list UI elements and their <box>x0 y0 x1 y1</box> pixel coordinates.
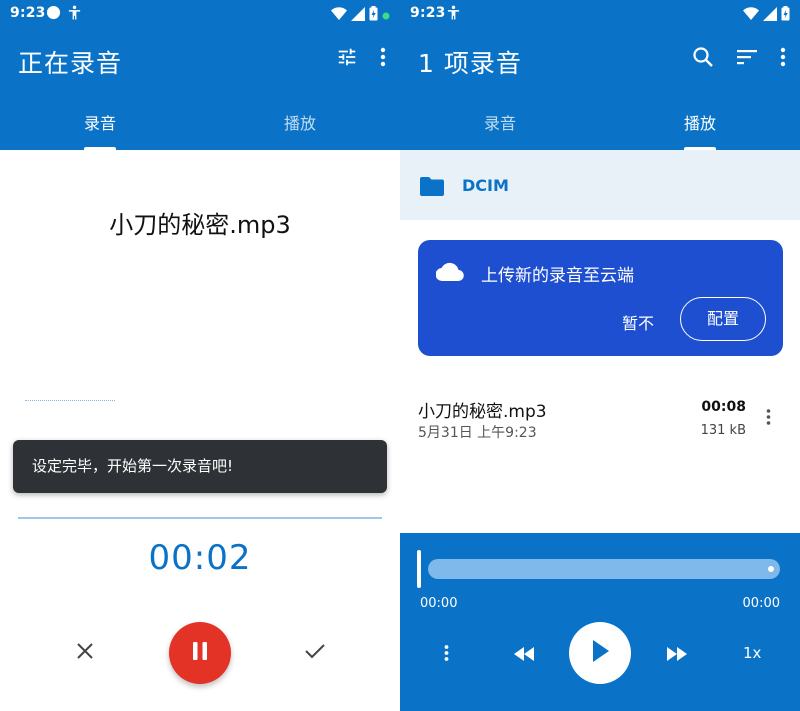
tab-indicator <box>84 147 116 150</box>
recording-date: 5月31日 上午9:23 <box>418 425 537 441</box>
total-time: 00:00 <box>742 596 780 611</box>
player-more-options-icon[interactable] <box>444 644 449 666</box>
wifi-icon <box>331 6 347 25</box>
folder-row[interactable]: DCIM <box>400 150 800 220</box>
seek-end-marker <box>768 566 774 572</box>
rewind-icon[interactable] <box>513 646 535 665</box>
cloud-upload-card: 上传新的录音至云端 暂不 配置 <box>418 240 783 356</box>
play-button[interactable] <box>569 622 631 684</box>
app-bar: 9:23 1 项录音 录音 播放 <box>400 0 800 150</box>
recording-duration: 00:08 <box>701 399 746 415</box>
accessibility-icon <box>446 5 461 24</box>
status-time: 9:23 <box>410 5 446 21</box>
status-bar: 9:23 <box>0 0 400 28</box>
folder-name: DCIM <box>462 176 509 195</box>
status-time: 9:23 <box>10 5 46 21</box>
signal-icon <box>763 6 777 25</box>
wifi-icon <box>743 6 759 25</box>
tab-playback[interactable]: 播放 <box>600 100 800 150</box>
configure-button[interactable]: 配置 <box>680 297 766 341</box>
battery-icon <box>781 6 790 25</box>
sort-icon[interactable] <box>736 48 758 70</box>
tab-record-label: 录音 <box>483 114 516 133</box>
more-options-icon[interactable] <box>380 46 386 72</box>
playback-speed-button[interactable]: 1x <box>743 644 761 662</box>
recording-screen: 9:23 正在录音 录音 播放 小刀的秘密.mp3 设定完毕，开始第一次录音吧!… <box>0 0 400 711</box>
save-button[interactable] <box>300 638 330 668</box>
search-icon[interactable] <box>692 46 714 72</box>
item-more-options-icon[interactable] <box>766 408 771 430</box>
tune-settings-icon[interactable] <box>336 46 358 72</box>
playback-screen: 9:23 1 项录音 录音 播放 DCIM 上传新的录音至云端 暂不 配置 小刀… <box>400 0 800 711</box>
waveform-line <box>25 400 115 401</box>
pause-button[interactable] <box>169 622 231 684</box>
page-title: 1 项录音 <box>418 49 522 78</box>
tab-playback[interactable]: 播放 <box>200 100 400 150</box>
recording-list-item[interactable]: 小刀的秘密.mp3 5月31日 上午9:23 00:08 131 kB <box>400 385 800 455</box>
recording-file-name[interactable]: 小刀的秘密.mp3 <box>0 205 400 240</box>
seek-thumb[interactable] <box>417 550 421 588</box>
pause-icon <box>191 641 209 665</box>
recording-progress-line <box>18 517 382 519</box>
recording-size: 131 kB <box>700 423 746 438</box>
tab-record-label: 录音 <box>83 114 116 133</box>
seek-bar[interactable] <box>428 559 780 579</box>
tab-playback-label: 播放 <box>283 114 316 133</box>
more-options-icon[interactable] <box>780 46 786 72</box>
signal-icon <box>351 6 365 25</box>
cloud-card-message: 上传新的录音至云端 <box>481 266 634 286</box>
app-bar: 9:23 正在录音 录音 播放 <box>0 0 400 150</box>
tab-playback-label: 播放 <box>683 114 716 133</box>
recording-timer: 00:02 <box>148 538 252 578</box>
tab-record[interactable]: 录音 <box>400 100 600 150</box>
close-icon <box>76 642 94 664</box>
playback-player: 00:00 00:00 1x <box>400 533 800 711</box>
not-now-button[interactable]: 暂不 <box>622 310 654 334</box>
tab-record[interactable]: 录音 <box>0 100 200 150</box>
circle-notification-icon <box>46 5 61 24</box>
battery-icon <box>369 6 378 25</box>
page-title: 正在录音 <box>18 49 123 78</box>
toast-message: 设定完毕，开始第一次录音吧! <box>13 440 387 493</box>
cloud-icon <box>435 262 464 286</box>
folder-icon <box>420 177 444 200</box>
mic-in-use-dot-icon <box>382 8 390 24</box>
play-icon <box>590 639 610 667</box>
discard-button[interactable] <box>70 638 100 668</box>
status-bar: 9:23 <box>400 0 800 28</box>
accessibility-icon <box>67 5 82 24</box>
check-icon <box>304 642 326 664</box>
tab-bar: 录音 播放 <box>0 100 400 150</box>
fast-forward-icon[interactable] <box>666 646 688 665</box>
recording-name: 小刀的秘密.mp3 <box>418 402 547 422</box>
elapsed-time: 00:00 <box>420 596 458 611</box>
tab-bar: 录音 播放 <box>400 100 800 150</box>
